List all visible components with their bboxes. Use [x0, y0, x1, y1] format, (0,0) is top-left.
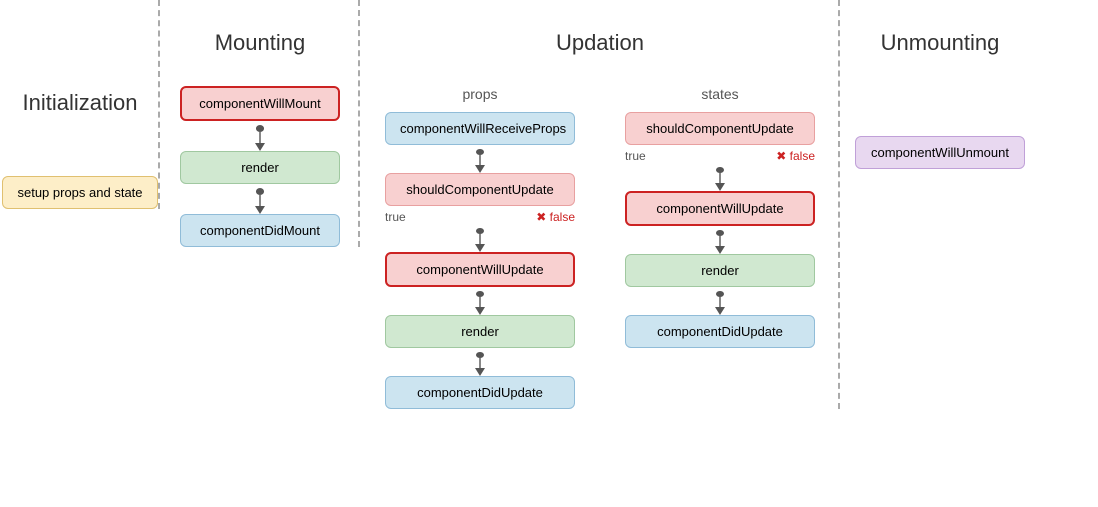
unmounting-section: Unmounting componentWillUnmount [840, 0, 1040, 169]
states-branch-labels: true ✖ false [625, 149, 815, 163]
initialization-title: Initialization [0, 90, 160, 116]
props-true-label: true [385, 210, 406, 224]
states-false-icon: ✖ false [776, 149, 815, 163]
states-componentWillUpdate-node: componentWillUpdate [625, 191, 815, 226]
props-false-icon: ✖ false [536, 210, 575, 224]
setup-props-state-node: setup props and state [2, 176, 157, 209]
props-componentDidUpdate-node: componentDidUpdate [385, 376, 575, 409]
diagram-container: Initialization setup props and state Mou… [0, 0, 1098, 507]
states-column: states shouldComponentUpdate true ✖ fals… [625, 86, 815, 348]
states-componentDidUpdate-node: componentDidUpdate [625, 315, 815, 348]
updation-title: Updation [556, 30, 644, 56]
states-shouldComponentUpdate-node: shouldComponentUpdate [625, 112, 815, 145]
initialization-section: Initialization setup props and state [0, 0, 160, 209]
conn-p2 [475, 224, 485, 252]
componentWillMount-node: componentWillMount [180, 86, 340, 121]
conn-s1 [715, 163, 725, 191]
componentWillReceiveProps-node: componentWillReceiveProps [385, 112, 575, 145]
connector-2 [255, 184, 265, 214]
componentDidMount-node: componentDidMount [180, 214, 340, 247]
conn-p4 [475, 348, 485, 376]
props-shouldComponentUpdate-node: shouldComponentUpdate [385, 173, 575, 206]
mounting-render-node: render [180, 151, 340, 184]
mounting-section: Mounting componentWillMount render compo… [160, 0, 360, 247]
props-render-node: render [385, 315, 575, 348]
connector-1 [255, 121, 265, 151]
props-branch-labels: true ✖ false [385, 210, 575, 224]
componentWillUnmount-node: componentWillUnmount [855, 136, 1025, 169]
updation-section: Updation props componentWillReceiveProps [360, 0, 840, 409]
states-label: states [701, 86, 738, 102]
props-label: props [462, 86, 497, 102]
conn-p3 [475, 287, 485, 315]
states-render-node: render [625, 254, 815, 287]
conn-p1 [475, 145, 485, 173]
conn-s3 [715, 287, 725, 315]
mounting-title: Mounting [215, 30, 306, 56]
states-true-label: true [625, 149, 646, 163]
props-column: props componentWillReceiveProps shouldCo… [385, 86, 575, 409]
unmounting-title: Unmounting [881, 30, 1000, 56]
props-componentWillUpdate-node: componentWillUpdate [385, 252, 575, 287]
conn-s2 [715, 226, 725, 254]
